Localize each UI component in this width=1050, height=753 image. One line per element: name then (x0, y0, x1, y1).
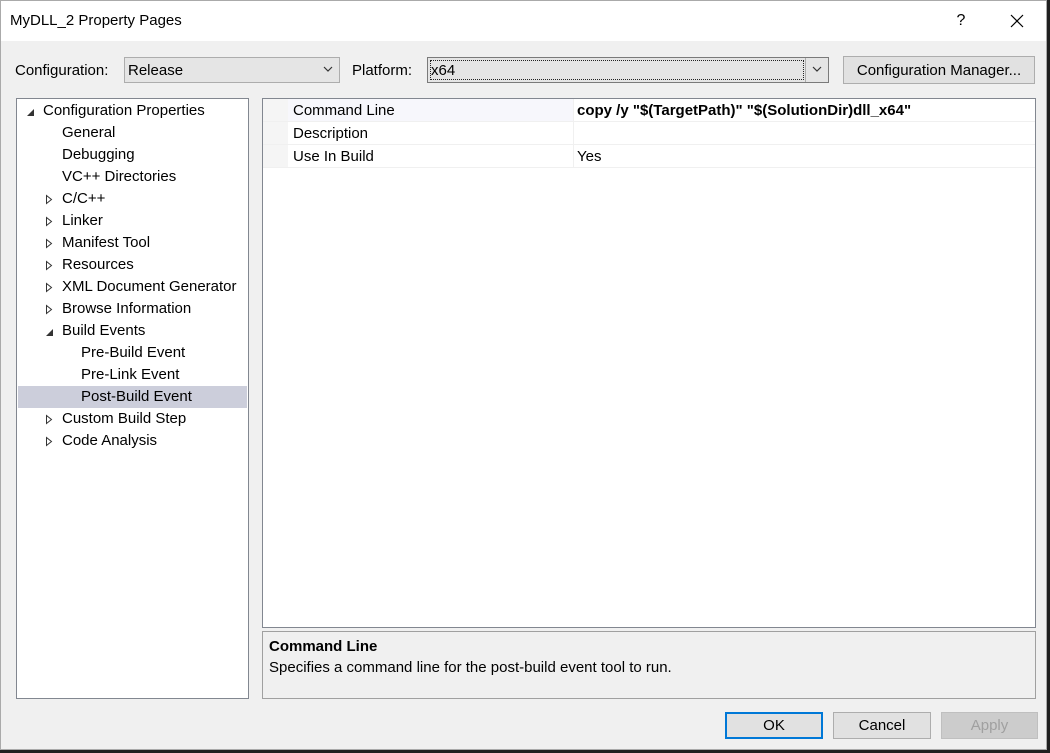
column-separator (573, 145, 574, 167)
ok-button[interactable]: OK (725, 712, 823, 739)
platform-label: Platform: (352, 62, 413, 79)
description-title: Command Line (269, 638, 378, 655)
focus-rectangle (430, 60, 804, 80)
property-value[interactable]: copy /y "$(TargetPath)" "$(SolutionDir)d… (577, 102, 911, 119)
tree-item-build-events[interactable]: Build Events (18, 320, 247, 342)
tree-item-label: General (62, 124, 116, 141)
row-gutter (263, 99, 288, 121)
tree-item-post-build-event[interactable]: Post-Build Event (18, 386, 247, 408)
tree-item-manifest-tool[interactable]: Manifest Tool (18, 232, 247, 254)
property-row-command-line[interactable]: Command Line copy /y "$(TargetPath)" "$(S… (263, 99, 1035, 122)
apply-button[interactable]: Apply (941, 712, 1038, 739)
column-separator (573, 122, 574, 144)
tree-item-label: Configuration Properties (43, 102, 205, 119)
collapsed-arrow-icon[interactable] (45, 304, 54, 315)
configuration-manager-button[interactable]: Configuration Manager... (843, 56, 1035, 84)
chevron-down-icon (323, 66, 333, 72)
tree-item-label: Build Events (62, 322, 146, 339)
property-pages-dialog: MyDLL_2 Property Pages ? Configuration: … (0, 0, 1047, 750)
tree-item-configuration-properties[interactable]: Configuration Properties (18, 100, 247, 122)
property-row-description[interactable]: Description (263, 122, 1035, 145)
tree-item-label: Linker (62, 212, 103, 229)
collapsed-arrow-icon[interactable] (45, 216, 54, 227)
tree-item-label: Debugging (62, 146, 135, 163)
column-separator (573, 99, 574, 121)
title-bar[interactable]: MyDLL_2 Property Pages ? (1, 1, 1046, 41)
description-panel: Command Line Specifies a command line fo… (262, 631, 1036, 699)
property-name: Description (293, 125, 369, 142)
tree-item-label: VC++ Directories (62, 168, 177, 185)
platform-value: x64 (431, 62, 456, 79)
tree-item-label: Resources (62, 256, 134, 273)
expanded-arrow-icon[interactable] (26, 106, 35, 117)
tree-item-c-c[interactable]: C/C++ (18, 188, 247, 210)
help-button[interactable]: ? (938, 1, 984, 41)
tree-item-xml-document-generator[interactable]: XML Document Generator (18, 276, 247, 298)
row-gutter (263, 122, 288, 144)
tree-item-debugging[interactable]: Debugging (18, 144, 247, 166)
expanded-arrow-icon[interactable] (45, 326, 54, 337)
collapsed-arrow-icon[interactable] (45, 414, 54, 425)
tree-item-custom-build-step[interactable]: Custom Build Step (18, 408, 247, 430)
window-title: MyDLL_2 Property Pages (10, 12, 182, 29)
collapsed-arrow-icon[interactable] (45, 260, 54, 271)
tree-item-label: Manifest Tool (62, 234, 151, 251)
property-tree[interactable]: Configuration Properties General Debugging… (16, 98, 249, 699)
tree-item-pre-build-event[interactable]: Pre-Build Event (18, 342, 247, 364)
property-name: Use In Build (293, 148, 374, 165)
tree-item-resources[interactable]: Resources (18, 254, 247, 276)
tree-item-label: C/C++ (62, 190, 106, 207)
collapsed-arrow-icon[interactable] (45, 282, 54, 293)
tree-item-browse-information[interactable]: Browse Information (18, 298, 247, 320)
row-gutter (263, 145, 288, 167)
close-button[interactable] (994, 1, 1040, 41)
property-value[interactable]: Yes (577, 148, 601, 165)
dropdown-separator (805, 58, 806, 82)
configuration-dropdown[interactable]: Release (124, 57, 340, 83)
configuration-label: Configuration: (15, 62, 109, 79)
tree-item-label: Custom Build Step (62, 410, 187, 427)
tree-item-label: Browse Information (62, 300, 192, 317)
configuration-value: Release (128, 62, 184, 79)
cancel-button[interactable]: Cancel (833, 712, 931, 739)
tree-item-label: Pre-Link Event (81, 366, 180, 383)
tree-item-code-analysis[interactable]: Code Analysis (18, 430, 247, 452)
help-icon: ? (956, 12, 966, 29)
tree-item-pre-link-event[interactable]: Pre-Link Event (18, 364, 247, 386)
tree-item-label: Code Analysis (62, 432, 158, 449)
tree-item-label: XML Document Generator (62, 278, 237, 295)
tree-item-linker[interactable]: Linker (18, 210, 247, 232)
collapsed-arrow-icon[interactable] (45, 194, 54, 205)
tree-item-label: Post-Build Event (81, 388, 192, 405)
property-row-use-in-build[interactable]: Use In Build Yes (263, 145, 1035, 168)
close-icon (1010, 14, 1024, 28)
collapsed-arrow-icon[interactable] (45, 436, 54, 447)
property-name: Command Line (293, 102, 395, 119)
description-text: Specifies a command line for the post-bu… (269, 659, 672, 676)
tree-item-label: Pre-Build Event (81, 344, 186, 361)
chevron-down-icon (812, 66, 822, 72)
property-grid[interactable]: Command Line copy /y "$(TargetPath)" "$(S… (262, 98, 1036, 628)
tree-item-general[interactable]: General (18, 122, 247, 144)
tree-item-vc-directories[interactable]: VC++ Directories (18, 166, 247, 188)
platform-dropdown[interactable]: x64 (427, 57, 829, 83)
collapsed-arrow-icon[interactable] (45, 238, 54, 249)
